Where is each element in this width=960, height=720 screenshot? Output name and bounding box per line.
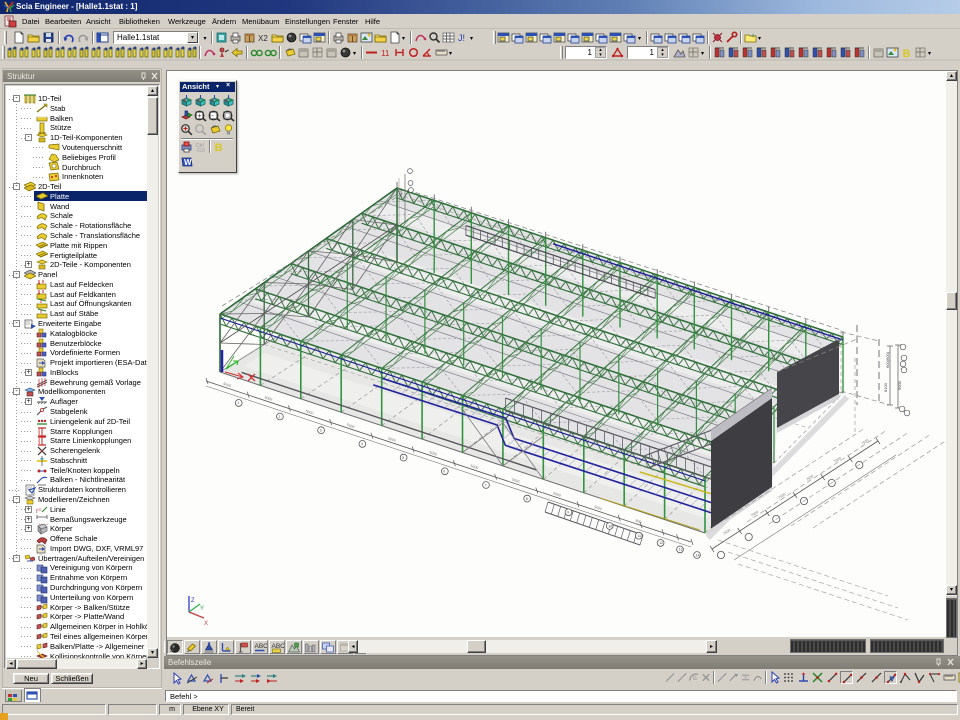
- svg-text:7: 7: [485, 483, 487, 487]
- svg-text:3: 3: [320, 429, 322, 433]
- svg-text:G: G: [693, 676, 697, 682]
- svg-text:5: 5: [402, 456, 404, 460]
- svg-text:24000: 24000: [399, 188, 403, 198]
- svg-text:11: 11: [381, 49, 390, 58]
- svg-text:+: +: [751, 33, 755, 40]
- svg-text:9: 9: [567, 511, 569, 515]
- svg-text:8: 8: [526, 497, 528, 501]
- svg-text:J!: J!: [458, 33, 465, 43]
- svg-text:14: 14: [696, 553, 700, 557]
- svg-text:13: 13: [679, 548, 683, 552]
- svg-text:6000: 6000: [897, 380, 902, 390]
- svg-text:11: 11: [637, 534, 641, 538]
- svg-text:12: 12: [659, 541, 663, 545]
- svg-text:X: X: [204, 621, 208, 627]
- svg-text:10: 10: [608, 524, 612, 528]
- svg-text:Y: Y: [200, 606, 204, 612]
- svg-text:X2: X2: [258, 34, 268, 43]
- svg-text:2: 2: [278, 415, 280, 419]
- svg-text:ABC: ABC: [255, 643, 268, 650]
- svg-text:4: 4: [361, 442, 363, 446]
- svg-text:B: B: [903, 48, 911, 59]
- svg-text:8100: 8100: [883, 382, 888, 392]
- svg-text:7500: 7500: [722, 528, 731, 536]
- svg-text:1: 1: [237, 401, 239, 405]
- svg-text:Z: Z: [191, 598, 195, 604]
- svg-text:600(600): 600(600): [885, 351, 890, 368]
- svg-text:6: 6: [443, 470, 445, 474]
